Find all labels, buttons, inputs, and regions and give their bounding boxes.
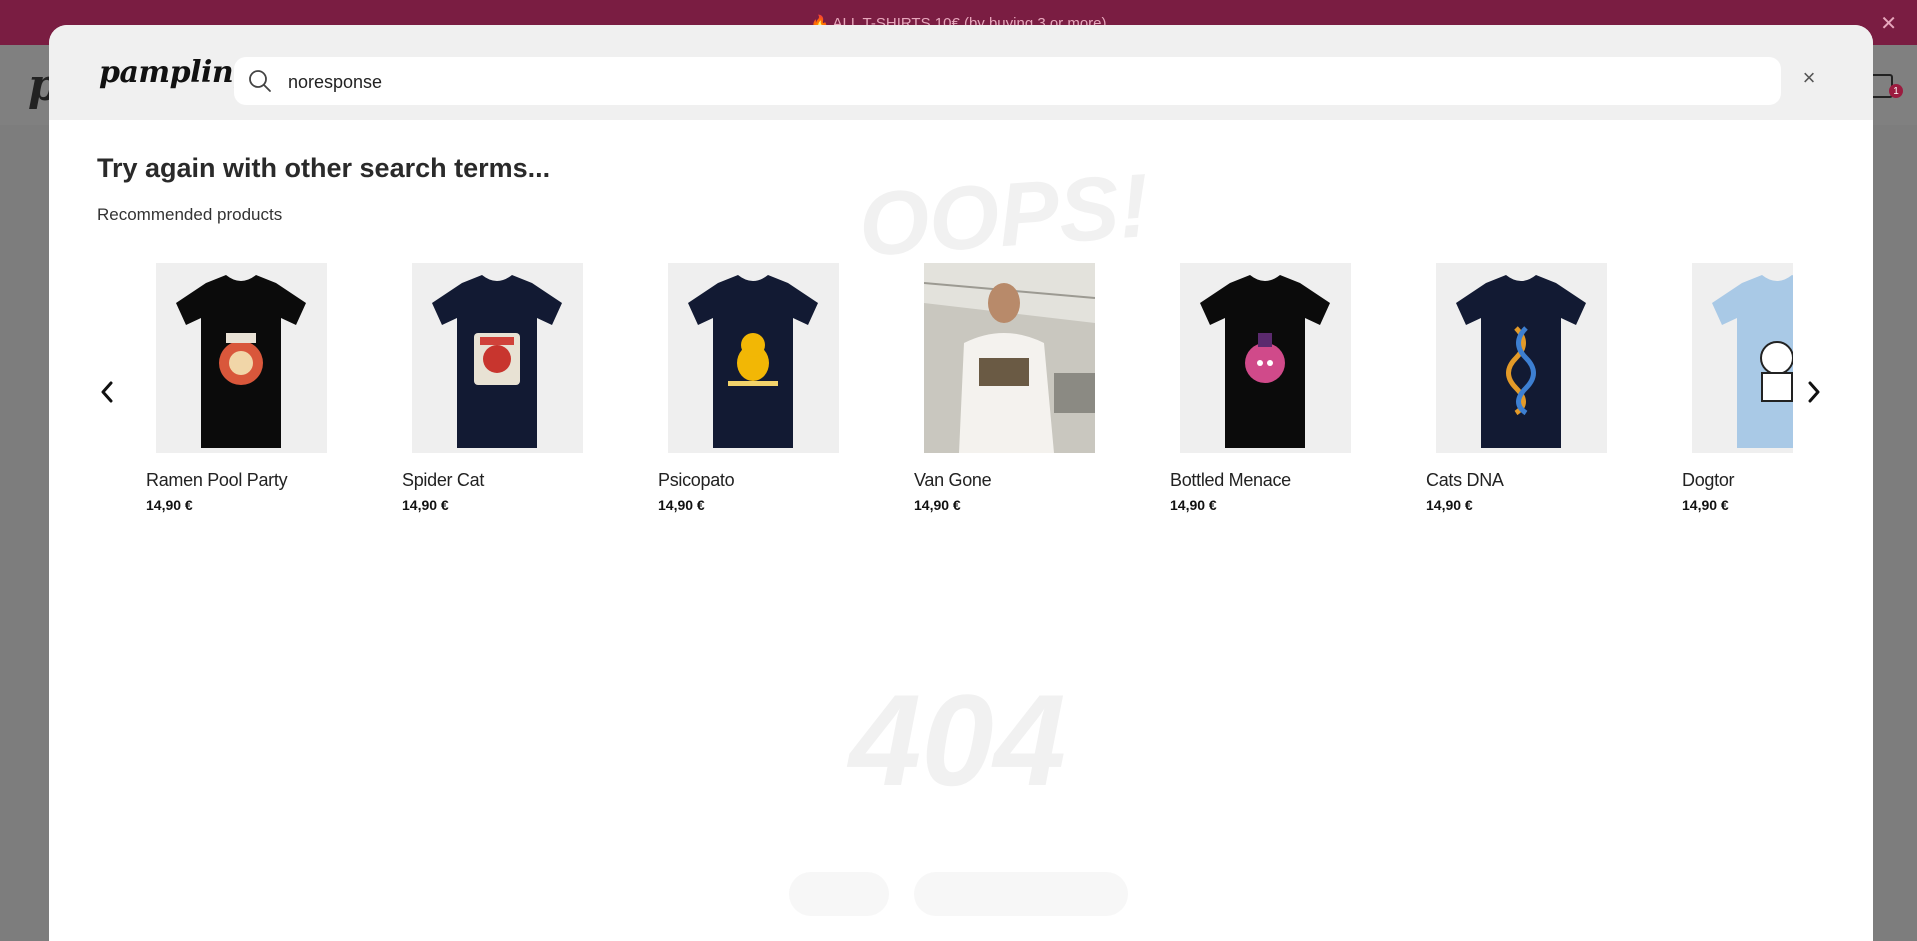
product-image[interactable] [924,263,1095,453]
product-image[interactable] [1436,263,1607,453]
product-price: 14,90 € [146,497,193,513]
product-name[interactable]: Psicopato [658,470,735,491]
tshirt-graphic [1692,263,1793,453]
product-name[interactable]: Cats DNA [1426,470,1504,491]
background-back-button [789,872,889,916]
product-image[interactable] [156,263,327,453]
recommended-heading: Recommended products [97,205,283,224]
tshirt-graphic [156,263,327,453]
background-oops-text: OOPS! [855,156,1153,276]
background-catalog-button [914,872,1128,916]
search-input[interactable] [286,67,1740,97]
carousel-prev-button[interactable] [94,377,120,407]
product-name[interactable]: Dogtor [1682,470,1735,491]
search-icon [249,70,271,92]
product-card[interactable]: Van Gone 14,90 € [914,263,1144,553]
product-image[interactable] [1180,263,1351,453]
product-card[interactable]: Spider Cat 14,90 € [402,263,632,553]
tshirt-graphic [1180,263,1351,453]
product-card[interactable]: Bottled Menace 14,90 € [1170,263,1400,553]
product-card[interactable]: Psicopato 14,90 € [658,263,888,553]
cart-count-badge: 1 [1889,84,1903,98]
product-name[interactable]: Van Gone [914,470,992,491]
tshirt-graphic [412,263,583,453]
product-image[interactable] [412,263,583,453]
product-name[interactable]: Ramen Pool Party [146,470,288,491]
search-modal-header: pampling × [49,25,1873,120]
product-card[interactable]: Cats DNA 14,90 € [1426,263,1656,553]
close-search-button[interactable]: × [1798,67,1820,89]
product-price: 14,90 € [658,497,705,513]
product-price: 14,90 € [1682,497,1729,513]
tshirt-graphic [668,263,839,453]
carousel-next-button[interactable] [1801,377,1827,407]
no-results-heading: Try again with other search terms... [97,153,551,183]
product-price: 14,90 € [914,497,961,513]
close-icon[interactable]: ✕ [1880,11,1897,36]
product-price: 14,90 € [402,497,449,513]
logo[interactable]: pampling [99,55,254,90]
product-card[interactable]: Dogtor 14,90 € [1682,263,1793,553]
search-box [234,57,1781,105]
product-name[interactable]: Spider Cat [402,470,484,491]
recommended-carousel: Ramen Pool Party 14,90 € Spider Cat 14,9… [146,263,1793,563]
product-price: 14,90 € [1426,497,1473,513]
chevron-right-icon [1808,381,1820,403]
product-image[interactable] [668,263,839,453]
background-404-text: 404 [849,667,1066,813]
chevron-left-icon [101,381,113,403]
product-card[interactable]: Ramen Pool Party 14,90 € [146,263,376,553]
search-modal: pampling × OOPS! 404 Try again with othe… [49,25,1873,941]
tshirt-graphic [1436,263,1607,453]
model-photo [924,263,1095,453]
product-image[interactable] [1692,263,1793,453]
product-name[interactable]: Bottled Menace [1170,470,1291,491]
product-price: 14,90 € [1170,497,1217,513]
